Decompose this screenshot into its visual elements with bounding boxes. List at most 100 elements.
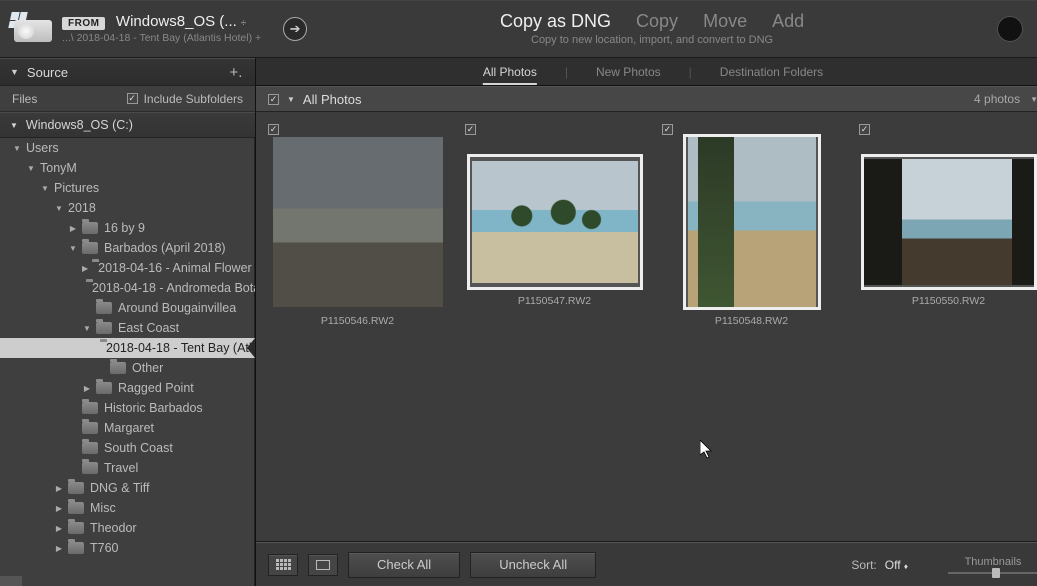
thumbnails-label: Thumbnails (965, 556, 1022, 568)
thumbnail-cell[interactable]: ✓P1150548.RW2 (660, 122, 843, 327)
folder-tree-item[interactable]: ▶T760 (0, 538, 255, 558)
import-method-row[interactable]: Copy as DNG Copy Move Add (490, 10, 814, 33)
sort-dropdown[interactable]: Off ♦ (885, 558, 908, 572)
folder-tree-item[interactable]: ▼Users (0, 138, 255, 158)
chevron-right-icon: ▶ (68, 224, 78, 233)
from-source-title[interactable]: Windows8_OS (...÷ (116, 13, 246, 30)
folder-label: Theodor (90, 521, 137, 535)
chevron-down-icon: ▼ (1030, 95, 1037, 104)
from-pill: FROM (62, 17, 105, 30)
import-method-add[interactable]: Add (772, 11, 804, 31)
folder-label: TonyM (40, 161, 77, 175)
folder-tree-item[interactable]: 2018-04-18 - Tent Bay (Atl... (0, 338, 255, 358)
folder-label: 2018-04-16 - Animal Flower C... (98, 261, 255, 275)
thumbnail-checkbox[interactable]: ✓ (268, 124, 279, 135)
folder-label: Travel (104, 461, 138, 475)
folder-icon (82, 462, 98, 474)
thumbnail-checkbox[interactable]: ✓ (662, 124, 673, 135)
folder-label: T760 (90, 541, 119, 555)
folder-icon (68, 542, 84, 554)
folder-tree-item[interactable]: ▼East Coast (0, 318, 255, 338)
folder-label: Ragged Point (118, 381, 194, 395)
source-panel-header[interactable]: ▼ Source +. (0, 58, 255, 86)
folder-tree-item[interactable]: 2018-04-18 - Andromeda Bota... (0, 278, 255, 298)
folder-label: 2018 (68, 201, 96, 215)
folder-tree-item[interactable]: South Coast (0, 438, 255, 458)
folder-tree-item[interactable]: ▼ Barbados (April 2018) (0, 238, 255, 258)
thumbnail-filename: P1150546.RW2 (321, 315, 394, 327)
folder-tree-item[interactable]: ▶ Ragged Point (0, 378, 255, 398)
chevron-down-icon: ▼ (54, 204, 64, 213)
folder-tree-item[interactable]: Travel (0, 458, 255, 478)
folder-tree-item[interactable]: ▼Pictures (0, 178, 255, 198)
chevron-down-icon: ▼ (26, 164, 36, 173)
folder-icon (96, 322, 112, 334)
folder-tree-item[interactable]: ▼ TonyM (0, 158, 255, 178)
single-icon (316, 560, 330, 570)
select-all-checkbox[interactable]: ✓ (268, 94, 279, 105)
add-source-button[interactable]: +. (227, 64, 245, 81)
folder-tree-item[interactable]: ▶DNG & Tiff (0, 478, 255, 498)
folder-tree-item[interactable]: ▶16 by 9 (0, 218, 255, 238)
import-method-move[interactable]: Move (703, 11, 747, 31)
folder-icon (82, 242, 98, 254)
grid-footer: Check All Uncheck All Sort: Off ♦ Thumbn… (256, 542, 1037, 586)
folder-tree-item[interactable]: Historic Barbados (0, 398, 255, 418)
thumbnail-image[interactable] (273, 137, 443, 307)
thumbnail-cell[interactable]: ✓ P1150550.RW2 (857, 122, 1037, 307)
import-method-copy-as-dng[interactable]: Copy as DNG (500, 11, 611, 31)
folder-icon (82, 422, 98, 434)
folder-tree-item[interactable]: Margaret (0, 418, 255, 438)
thumbnail-filename: P1150547.RW2 (518, 295, 591, 307)
chevron-down-icon: ▼ (287, 95, 295, 104)
content-area: All Photos | New Photos | Destination Fo… (256, 58, 1037, 586)
folder-tree-item[interactable]: ▶Theodor (0, 518, 255, 538)
folder-icon (110, 362, 126, 374)
from-source-path: ...\ 2018-04-18 - Tent Bay (Atlantis Hot… (62, 32, 261, 45)
chevron-down-icon: ▼ (40, 184, 50, 193)
tab-destination-folders[interactable]: Destination Folders (720, 65, 823, 79)
thumbnail-image[interactable] (864, 157, 1034, 287)
statusbar-stub (0, 576, 22, 586)
chevron-right-icon: ▶ (54, 484, 64, 493)
import-method-copy[interactable]: Copy (636, 11, 678, 31)
source-panel-title: Source (27, 65, 68, 80)
thumbnail-filename: P1150550.RW2 (912, 295, 985, 307)
uncheck-all-button[interactable]: Uncheck All (470, 552, 596, 578)
folder-label: Barbados (April 2018) (104, 241, 226, 255)
folder-icon (82, 222, 98, 234)
grid-icon (276, 559, 291, 570)
tab-all-photos[interactable]: All Photos (483, 65, 537, 79)
chevron-down-icon: ▼ (68, 244, 78, 253)
chevron-down-icon: ▼ (12, 144, 22, 153)
checkbox-icon: ✓ (127, 93, 138, 104)
from-source-block: FROM Windows8_OS (...÷ ...\ 2018-04-18 -… (14, 12, 307, 45)
tab-new-photos[interactable]: New Photos (596, 65, 661, 79)
thumbnail-image[interactable] (686, 137, 818, 307)
thumbnail-cell[interactable]: ✓ P1150546.RW2 (266, 122, 449, 327)
include-subfolders-toggle[interactable]: ✓ Include Subfolders (127, 92, 243, 106)
thumbnail-cell[interactable]: ✓ P1150547.RW2 (463, 122, 646, 307)
destination-indicator[interactable] (997, 16, 1023, 42)
drive-row[interactable]: ▼ Windows8_OS (C:) (0, 112, 255, 138)
chevron-right-icon: ▶ (54, 504, 64, 513)
folder-tree-item[interactable]: ▶2018-04-16 - Animal Flower C... (0, 258, 255, 278)
folder-tree-item[interactable]: Other (0, 358, 255, 378)
thumbnails-slider[interactable] (948, 572, 1037, 574)
chevron-down-icon: ▼ (10, 121, 18, 130)
folder-tree-item[interactable]: ▼ 2018 (0, 198, 255, 218)
sort-label: Sort: (851, 558, 876, 572)
thumbnail-checkbox[interactable]: ✓ (859, 124, 870, 135)
check-all-button[interactable]: Check All (348, 552, 460, 578)
drive-icon (14, 14, 52, 44)
folder-tree-item[interactable]: ▶Misc (0, 498, 255, 518)
loupe-view-button[interactable] (308, 554, 338, 576)
top-header: FROM Windows8_OS (...÷ ...\ 2018-04-18 -… (0, 0, 1037, 58)
folder-label: Historic Barbados (104, 401, 203, 415)
folder-tree-item[interactable]: Around Bougainvillea (0, 298, 255, 318)
thumbnail-checkbox[interactable]: ✓ (465, 124, 476, 135)
chevron-right-icon: ▶ (82, 384, 92, 393)
next-arrow-button[interactable]: ➔ (283, 17, 307, 41)
grid-view-button[interactable] (268, 554, 298, 576)
thumbnail-image[interactable] (470, 157, 640, 287)
